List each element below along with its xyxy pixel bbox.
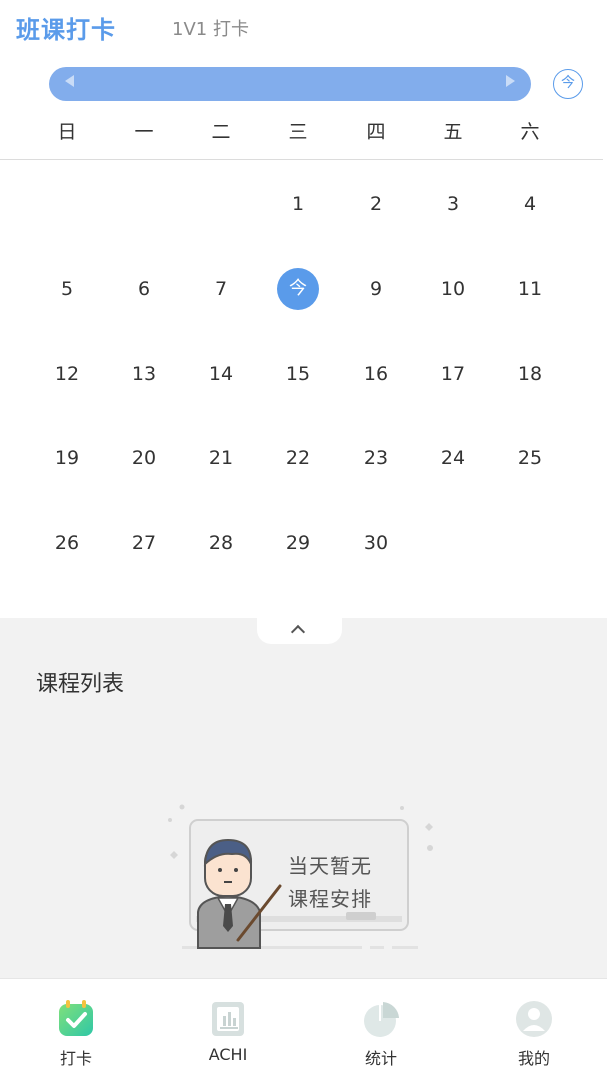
calendar-day-today[interactable]: 今 [277, 268, 319, 310]
weekday-header: 日 一 二 三 四 五 六 [0, 117, 607, 147]
nav-label-stats: 统计 [364, 1049, 397, 1068]
weekday-sun: 日 [57, 121, 77, 143]
weekday-fri: 五 [443, 121, 463, 143]
calendar-day[interactable]: 19 [43, 438, 91, 478]
tab-class-checkin[interactable]: 班课打卡 [16, 10, 116, 45]
weekday-tue: 二 [211, 121, 231, 143]
course-list-title: 课程列表 [36, 672, 125, 697]
tab-bar: 班课打卡 1V1 打卡 [0, 0, 607, 56]
calendar-day[interactable]: 24 [429, 438, 477, 478]
chevron-up-icon [290, 624, 306, 640]
calendar-day[interactable]: 16 [352, 354, 400, 394]
prev-month-icon[interactable] [65, 75, 74, 87]
divider [0, 159, 603, 160]
nav-item-stats[interactable]: 统计 [331, 979, 431, 1080]
next-month-icon[interactable] [506, 75, 515, 87]
nav-label-achi: ACHI [208, 1045, 248, 1064]
calendar-day[interactable]: 10 [429, 269, 477, 309]
checkin-icon [59, 1000, 93, 1036]
weekday-mon: 一 [134, 121, 154, 143]
calendar-day[interactable]: 30 [352, 523, 400, 563]
calendar-day[interactable]: 22 [274, 438, 322, 478]
month-selector [49, 67, 531, 101]
collapse-calendar-button[interactable] [257, 618, 342, 644]
pie-chart-icon [364, 1002, 399, 1037]
calendar-day[interactable]: 14 [197, 354, 245, 394]
today-button[interactable]: 今 [553, 69, 583, 99]
nav-item-achi[interactable]: ACHI [178, 979, 278, 1080]
calendar-day[interactable]: 9 [352, 269, 400, 309]
calendar-day[interactable]: 27 [120, 523, 168, 563]
calendar-day[interactable]: 21 [197, 438, 245, 478]
calendar-day[interactable]: 1 [274, 184, 322, 224]
empty-text-line2: 课程安排 [288, 887, 372, 911]
calendar-day[interactable]: 28 [197, 523, 245, 563]
calendar-day[interactable]: 11 [506, 269, 554, 309]
chart-board-icon [212, 1002, 244, 1036]
calendar-day[interactable]: 26 [43, 523, 91, 563]
calendar-day[interactable]: 13 [120, 354, 168, 394]
bottom-nav: 打卡 ACHI 统计 我的 [0, 978, 607, 1080]
nav-label-checkin: 打卡 [59, 1049, 92, 1068]
nav-item-profile[interactable]: 我的 [484, 979, 584, 1080]
calendar-day[interactable]: 29 [274, 523, 322, 563]
profile-icon [516, 1001, 552, 1037]
calendar-day[interactable]: 25 [506, 438, 554, 478]
tab-1v1-checkin[interactable]: 1V1 打卡 [172, 15, 249, 41]
calendar-day[interactable]: 6 [120, 269, 168, 309]
calendar-day[interactable]: 4 [506, 184, 554, 224]
teacher-board-illustration [168, 804, 433, 949]
calendar-day[interactable]: 23 [352, 438, 400, 478]
calendar-day[interactable]: 5 [43, 269, 91, 309]
calendar-day[interactable]: 12 [43, 354, 91, 394]
empty-text-line1: 当天暂无 [288, 854, 372, 878]
calendar-day[interactable]: 17 [429, 354, 477, 394]
calendar-day[interactable]: 20 [120, 438, 168, 478]
weekday-thu: 四 [366, 121, 386, 143]
calendar-day[interactable]: 3 [429, 184, 477, 224]
calendar-day[interactable]: 7 [197, 269, 245, 309]
empty-state-illustration: 当天暂无 课程安排 [160, 800, 450, 960]
calendar-day[interactable]: 2 [352, 184, 400, 224]
nav-label-profile: 我的 [517, 1049, 550, 1068]
calendar-day[interactable]: 18 [506, 354, 554, 394]
weekday-sat: 六 [520, 121, 540, 143]
weekday-wed: 三 [288, 121, 308, 143]
nav-item-checkin[interactable]: 打卡 [26, 979, 126, 1080]
calendar-panel: 班课打卡 1V1 打卡 今 日 一 二 三 四 五 六 1 2 3 4 5 6 7 今 9 10 1… [0, 0, 607, 618]
calendar-day[interactable]: 15 [274, 354, 322, 394]
